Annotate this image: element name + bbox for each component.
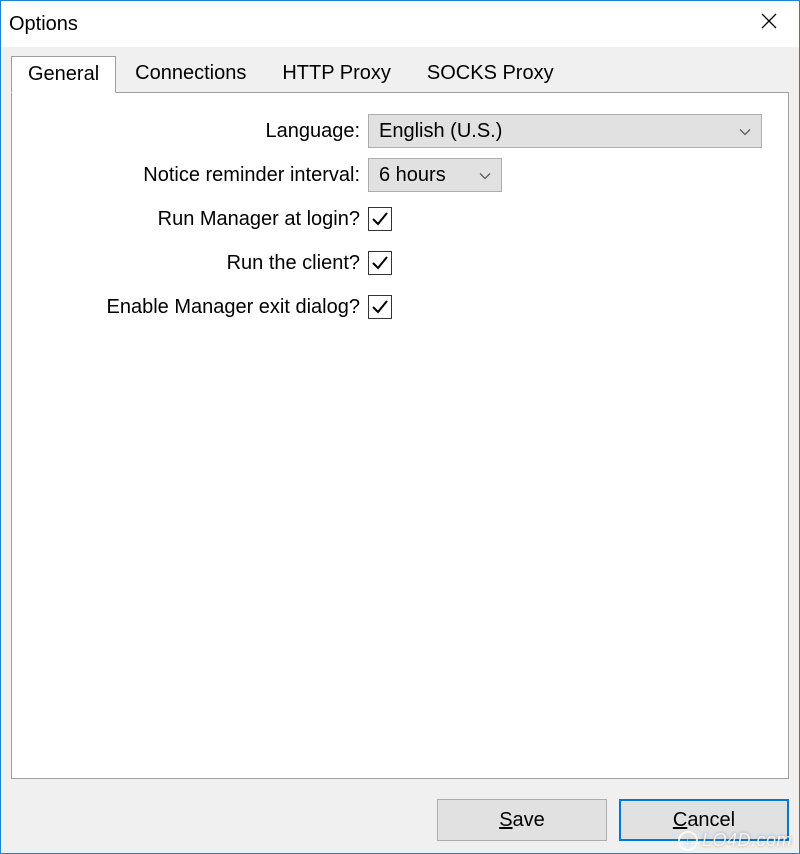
- tab-connections[interactable]: Connections: [118, 55, 263, 92]
- row-run-at-login: Run Manager at login?: [30, 201, 770, 237]
- chevron-down-icon: [479, 164, 491, 187]
- button-row: Save Cancel: [1, 789, 799, 853]
- tab-panel-general: Language: English (U.S.) Notice reminder…: [11, 92, 789, 779]
- run-client-checkbox[interactable]: [368, 251, 392, 275]
- run-client-label: Run the client?: [30, 252, 368, 275]
- chevron-down-icon: [739, 120, 751, 143]
- reminder-value: 6 hours: [379, 164, 446, 187]
- reminder-label: Notice reminder interval:: [30, 164, 368, 187]
- language-value: English (U.S.): [379, 120, 502, 143]
- content-area: General Connections HTTP Proxy SOCKS Pro…: [1, 47, 799, 789]
- close-icon: [761, 13, 777, 29]
- run-at-login-checkbox[interactable]: [368, 207, 392, 231]
- run-at-login-label: Run Manager at login?: [30, 208, 368, 231]
- exit-dialog-label: Enable Manager exit dialog?: [30, 296, 368, 319]
- check-icon: [371, 254, 389, 272]
- close-button[interactable]: [739, 1, 799, 41]
- titlebar: Options: [1, 1, 799, 47]
- save-button[interactable]: Save: [437, 799, 607, 841]
- reminder-dropdown[interactable]: 6 hours: [368, 158, 502, 192]
- language-label: Language:: [30, 120, 368, 143]
- check-icon: [371, 210, 389, 228]
- row-language: Language: English (U.S.): [30, 113, 770, 149]
- check-icon: [371, 298, 389, 316]
- tab-socks-proxy[interactable]: SOCKS Proxy: [410, 55, 571, 92]
- cancel-button[interactable]: Cancel: [619, 799, 789, 841]
- cancel-button-label: Cancel: [673, 809, 735, 832]
- tab-general[interactable]: General: [11, 56, 116, 93]
- row-reminder: Notice reminder interval: 6 hours: [30, 157, 770, 193]
- row-exit-dialog: Enable Manager exit dialog?: [30, 289, 770, 325]
- save-button-label: Save: [499, 809, 545, 832]
- window-title: Options: [9, 13, 78, 36]
- tab-row: General Connections HTTP Proxy SOCKS Pro…: [11, 55, 789, 92]
- exit-dialog-checkbox[interactable]: [368, 295, 392, 319]
- tab-http-proxy[interactable]: HTTP Proxy: [265, 55, 408, 92]
- options-window: Options General Connections HTTP Proxy S…: [0, 0, 800, 854]
- row-run-client: Run the client?: [30, 245, 770, 281]
- language-dropdown[interactable]: English (U.S.): [368, 114, 762, 148]
